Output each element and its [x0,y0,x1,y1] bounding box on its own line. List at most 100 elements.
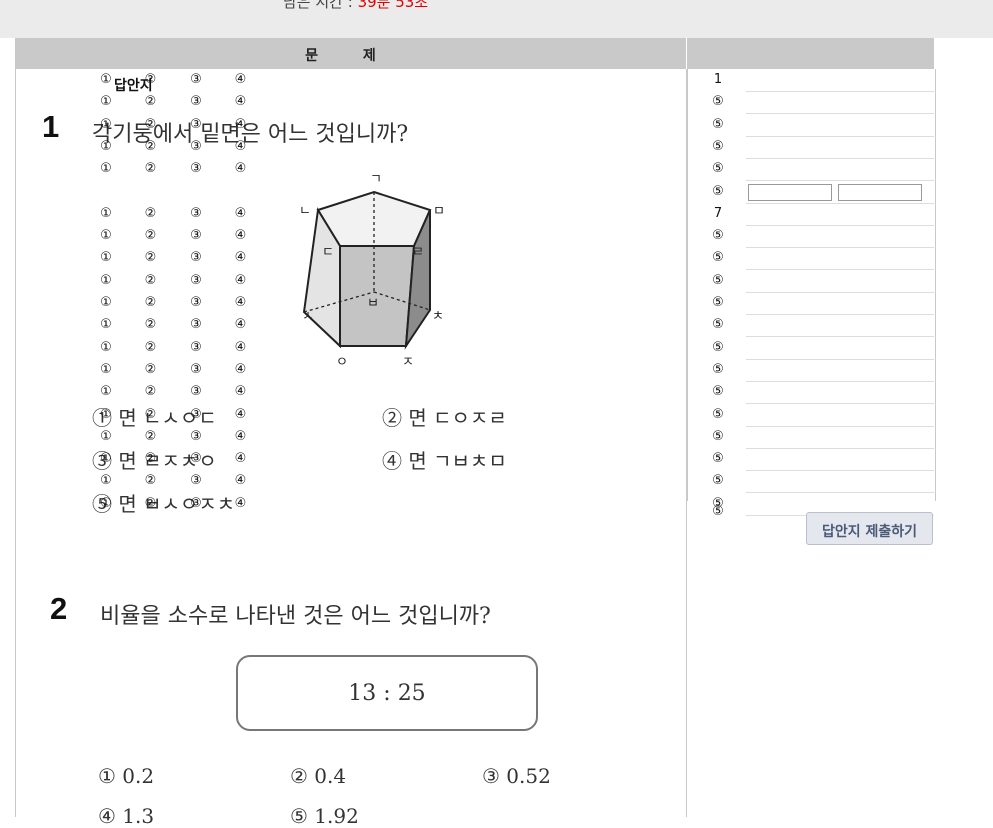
prism-label: ㅅ [302,309,314,324]
answer-option-2[interactable]: ② [139,72,163,87]
answer-option-4[interactable]: ④ [229,72,253,87]
prism-label: ㅈ [402,355,414,370]
answer-option-1[interactable]: ① [94,72,118,87]
answer-option-2[interactable]: ② [139,250,163,265]
answer-option-4[interactable]: ④ [229,384,253,399]
answer-option-3[interactable]: ③ [184,362,208,377]
q2-choice-2: ② 0.4 [290,764,347,788]
answer-option-2[interactable]: ② [139,473,163,488]
top-bar: 남은 시간 : 39분 53초 [0,0,993,38]
answer-option-4[interactable]: ④ [229,228,253,243]
answer-option-2[interactable]: ② [139,206,163,221]
answer-row-number: ⑤ [712,473,724,489]
answer-option-1[interactable]: ① [94,407,118,422]
answer-option-3[interactable]: ③ [184,317,208,332]
prism-label: ㅇ [336,355,348,370]
answer-option-3[interactable]: ③ [184,139,208,154]
answer-option-1[interactable]: ① [94,161,118,176]
answer-option-3[interactable]: ③ [184,295,208,310]
answer-option-2[interactable]: ② [139,429,163,444]
answer-row-number: ⑤ [712,428,724,444]
answer-option-2[interactable]: ② [139,317,163,332]
answer-option-3[interactable]: ③ [184,72,208,87]
answer-option-1[interactable]: ① [94,317,118,332]
answer-option-3[interactable]: ③ [184,206,208,221]
answer-row: ⑤①②③④ [100,115,934,137]
answer-option-4[interactable]: ④ [229,117,253,132]
answer-option-3[interactable]: ③ [184,429,208,444]
answer-option-1[interactable]: ① [94,384,118,399]
answer-text-input-2[interactable] [838,183,922,201]
answer-row-number: ⑤ [712,451,724,467]
answer-option-1[interactable]: ① [94,496,118,511]
answer-option-2[interactable]: ② [139,295,163,310]
answer-option-3[interactable]: ③ [184,473,208,488]
answer-option-1[interactable]: ① [94,206,118,221]
answer-option-3[interactable]: ③ [184,228,208,243]
answer-option-4[interactable]: ④ [229,295,253,310]
answer-option-3[interactable]: ③ [184,250,208,265]
answer-option-2[interactable]: ② [139,139,163,154]
answer-option-4[interactable]: ④ [229,273,253,288]
answer-option-1[interactable]: ① [94,117,118,132]
answer-option-2[interactable]: ② [139,340,163,355]
answer-option-2[interactable]: ② [139,496,163,511]
answer-option-1[interactable]: ① [94,362,118,377]
answer-text-input-1[interactable] [748,183,832,201]
answer-option-4[interactable]: ④ [229,206,253,221]
submit-button-label: 답안지 제출하기 [821,524,918,540]
answer-option-4[interactable]: ④ [229,340,253,355]
answer-option-4[interactable]: ④ [229,139,253,154]
answer-option-4[interactable]: ④ [229,496,253,511]
answer-option-1[interactable]: ① [94,273,118,288]
answer-row-number: ⑤ [712,138,724,154]
answer-option-3[interactable]: ③ [184,384,208,399]
answer-option-2[interactable]: ② [139,161,163,176]
answer-option-2[interactable]: ② [139,407,163,422]
answer-option-1[interactable]: ① [94,94,118,109]
answer-option-2[interactable]: ② [139,117,163,132]
submit-answer-sheet-button[interactable]: 답안지 제출하기 [806,512,933,545]
answer-option-1[interactable]: ① [94,139,118,154]
ratio-value: 13 : 25 [348,681,426,706]
timer-value: 39분 53초 [357,0,429,11]
answer-option-4[interactable]: ④ [229,473,253,488]
answer-option-1[interactable]: ① [94,429,118,444]
answer-row-number: 1 [713,72,723,87]
answer-option-1[interactable]: ① [94,340,118,355]
answer-option-1[interactable]: ① [94,295,118,310]
answer-option-4[interactable]: ④ [229,317,253,332]
answer-option-3[interactable]: ③ [184,117,208,132]
answer-option-3[interactable]: ③ [184,161,208,176]
answer-option-1[interactable]: ① [94,250,118,265]
answer-option-2[interactable]: ② [139,384,163,399]
answer-option-4[interactable]: ④ [229,429,253,444]
answer-option-3[interactable]: ③ [184,451,208,466]
answer-option-4[interactable]: ④ [229,250,253,265]
answer-option-2[interactable]: ② [139,451,163,466]
answer-option-4[interactable]: ④ [229,161,253,176]
answer-option-4[interactable]: ④ [229,407,253,422]
answer-option-3[interactable]: ③ [184,340,208,355]
answer-option-2[interactable]: ② [139,362,163,377]
answer-option-3[interactable]: ③ [184,407,208,422]
q1-choice-2: ② 면 ㄷㅇㅈㄹ [382,406,507,430]
answer-option-2[interactable]: ② [139,228,163,243]
answer-option-1[interactable]: ① [94,451,118,466]
answer-option-3[interactable]: ③ [184,94,208,109]
answer-option-3[interactable]: ③ [184,273,208,288]
answer-row-number: ⑤ [712,384,724,400]
answer-option-1[interactable]: ① [94,228,118,243]
answer-option-2[interactable]: ② [139,94,163,109]
q2-choice-1: ① 0.2 [98,764,155,788]
answer-row: ⑤①②③④ [100,248,934,271]
answer-row: ⑤①②③④ [100,360,934,382]
answer-option-4[interactable]: ④ [229,451,253,466]
answer-row: ⑤①②③④ [100,405,934,427]
answer-option-4[interactable]: ④ [229,94,253,109]
answer-option-4[interactable]: ④ [229,362,253,377]
prism-label: ㅂ [367,296,379,311]
answer-option-2[interactable]: ② [139,273,163,288]
answer-option-1[interactable]: ① [94,473,118,488]
answer-option-3[interactable]: ③ [184,496,208,511]
